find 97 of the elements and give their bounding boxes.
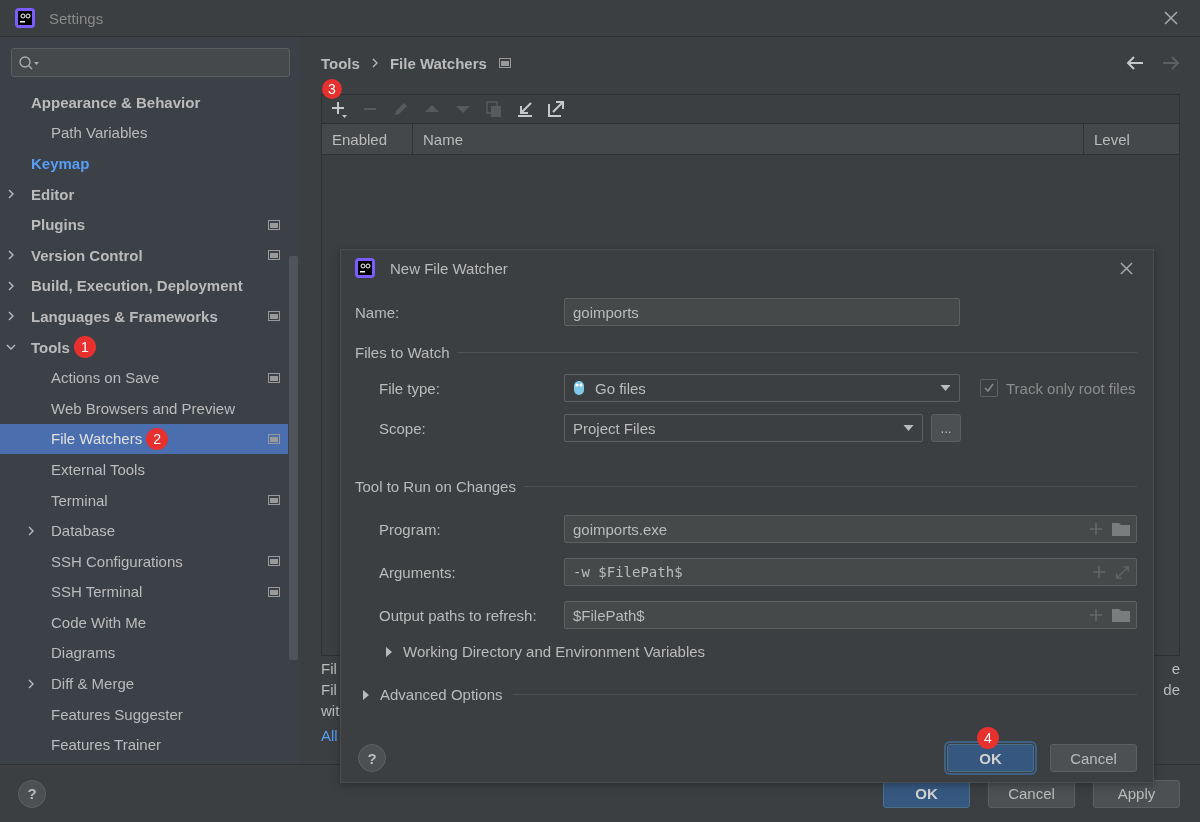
tree-item[interactable]: Diagrams [0, 637, 288, 669]
text-field[interactable]: goimports.exe [564, 515, 1137, 543]
section-title: Files to Watch [355, 343, 450, 361]
toolbar-button[interactable] [330, 100, 348, 118]
check-icon [983, 382, 995, 394]
tree-item[interactable]: Editor [0, 178, 288, 210]
tree-item[interactable]: Code With Me [0, 607, 288, 638]
step-badge: 1 [73, 336, 96, 359]
add-icon [330, 100, 348, 118]
description-text: e [1171, 660, 1180, 679]
import-icon [516, 100, 534, 118]
gopher-icon [573, 380, 585, 396]
field-label: Arguments: [379, 563, 457, 581]
tree-item[interactable]: Database [0, 515, 288, 546]
tree-item[interactable]: Keymap [0, 148, 288, 179]
search-field[interactable] [11, 48, 290, 77]
breadcrumb-item: File Watchers [389, 54, 487, 72]
description-text: Fil [321, 681, 338, 700]
chevron-right-icon[interactable] [6, 250, 16, 261]
tree-item[interactable]: Features Trainer [0, 729, 288, 761]
dropdown-arrow-icon [903, 425, 914, 431]
name-field[interactable]: goimports [564, 298, 960, 326]
dialog-title: New File Watcher [390, 259, 508, 277]
triangle-right-icon [385, 646, 393, 657]
cancel-button[interactable]: Cancel [1050, 744, 1137, 772]
help-button[interactable]: ? [358, 744, 386, 772]
tree-item[interactable]: File Watchers 2 [0, 423, 288, 455]
collapsible-section[interactable]: Working Directory and Environment Variables [355, 643, 706, 660]
column-header[interactable]: Enabled [322, 124, 413, 154]
browse-button[interactable]: ... [931, 414, 961, 442]
tree-item[interactable]: Version Control [0, 239, 288, 271]
tree-item[interactable]: Tools 1 [0, 331, 288, 363]
close-icon[interactable] [1164, 11, 1178, 25]
file-type-dropdown[interactable]: Go files [564, 374, 960, 402]
search-icon [18, 54, 40, 71]
chevron-right-icon[interactable] [26, 525, 36, 536]
close-icon[interactable] [1120, 261, 1133, 275]
field-label: Scope: [379, 419, 427, 437]
section-title: Tool to Run on Changes [355, 477, 516, 495]
field-label: Output paths to refresh: [379, 606, 538, 624]
description-text: wit [321, 702, 340, 721]
triangle-right-icon [362, 689, 370, 700]
edit-icon [392, 100, 410, 118]
tree-item[interactable]: Diff & Merge [0, 668, 288, 699]
tree-item[interactable]: SSH Terminal [0, 576, 288, 608]
description-text: de [1163, 681, 1180, 700]
tree-item[interactable]: Terminal [0, 484, 288, 516]
tree-item[interactable]: External Tools [0, 454, 288, 485]
app-logo-icon [355, 258, 375, 278]
folder-icon[interactable] [1112, 522, 1130, 536]
plus-icon[interactable] [1090, 523, 1102, 535]
tree-item[interactable]: Features Suggester [0, 698, 288, 730]
tree-item[interactable]: SSH Configurations [0, 545, 288, 577]
field-label: Name: [355, 303, 401, 321]
field-label: Program: [379, 520, 442, 538]
window-title: Settings [49, 9, 105, 27]
app-logo-icon [15, 8, 35, 28]
step-badge: 3 [322, 79, 342, 99]
toolbar-button[interactable] [547, 100, 565, 118]
tree-item[interactable]: Actions on Save [0, 362, 288, 393]
export-icon [547, 100, 565, 118]
tree-item[interactable]: Path Variables [0, 117, 288, 149]
tree-item[interactable]: Appearance & Behavior [0, 87, 288, 118]
dialog-button[interactable]: Apply [1093, 779, 1180, 808]
scope-dropdown[interactable]: Project Files [564, 414, 923, 442]
copy-icon [485, 100, 503, 118]
chevron-right-icon[interactable] [6, 280, 16, 291]
folder-icon[interactable] [1112, 608, 1130, 622]
breadcrumb-item[interactable]: Tools [321, 54, 360, 72]
plus-icon[interactable] [1090, 609, 1102, 621]
chevron-right-icon[interactable] [26, 678, 36, 689]
tree-item[interactable]: Languages & Frameworks [0, 301, 288, 332]
link[interactable]: All [321, 727, 340, 748]
chevron-right-icon[interactable] [6, 189, 16, 200]
column-header[interactable]: Level [1084, 124, 1179, 154]
dropdown-arrow-icon [940, 385, 951, 391]
expand-icon[interactable] [1115, 564, 1130, 580]
scrollbar[interactable] [289, 256, 298, 660]
back-arrow-icon[interactable] [1126, 56, 1144, 70]
window-icon [498, 58, 511, 68]
step-badge: 2 [146, 427, 169, 450]
description-text: Fil [321, 660, 338, 679]
field-label: File type: [379, 379, 441, 397]
collapsible-section[interactable]: Advanced Options [362, 686, 503, 703]
text-field[interactable]: -w $FilePath$ [564, 558, 1137, 586]
toolbar-button[interactable] [516, 100, 534, 118]
chevron-right-icon[interactable] [6, 311, 16, 322]
tree-item[interactable]: Web Browsers and Preview [0, 392, 288, 424]
plus-icon[interactable] [1093, 566, 1105, 578]
tree-item[interactable]: Build, Execution, Deployment [0, 270, 288, 302]
tree-item[interactable]: Plugins [0, 209, 288, 240]
text-field[interactable]: $FilePath$ [564, 601, 1137, 629]
help-button[interactable]: ? [18, 779, 46, 808]
column-header[interactable]: Name [413, 124, 1084, 154]
ok-button[interactable]: OK [947, 744, 1034, 772]
chevron-right-icon [371, 58, 378, 68]
step-badge: 4 [977, 727, 999, 749]
